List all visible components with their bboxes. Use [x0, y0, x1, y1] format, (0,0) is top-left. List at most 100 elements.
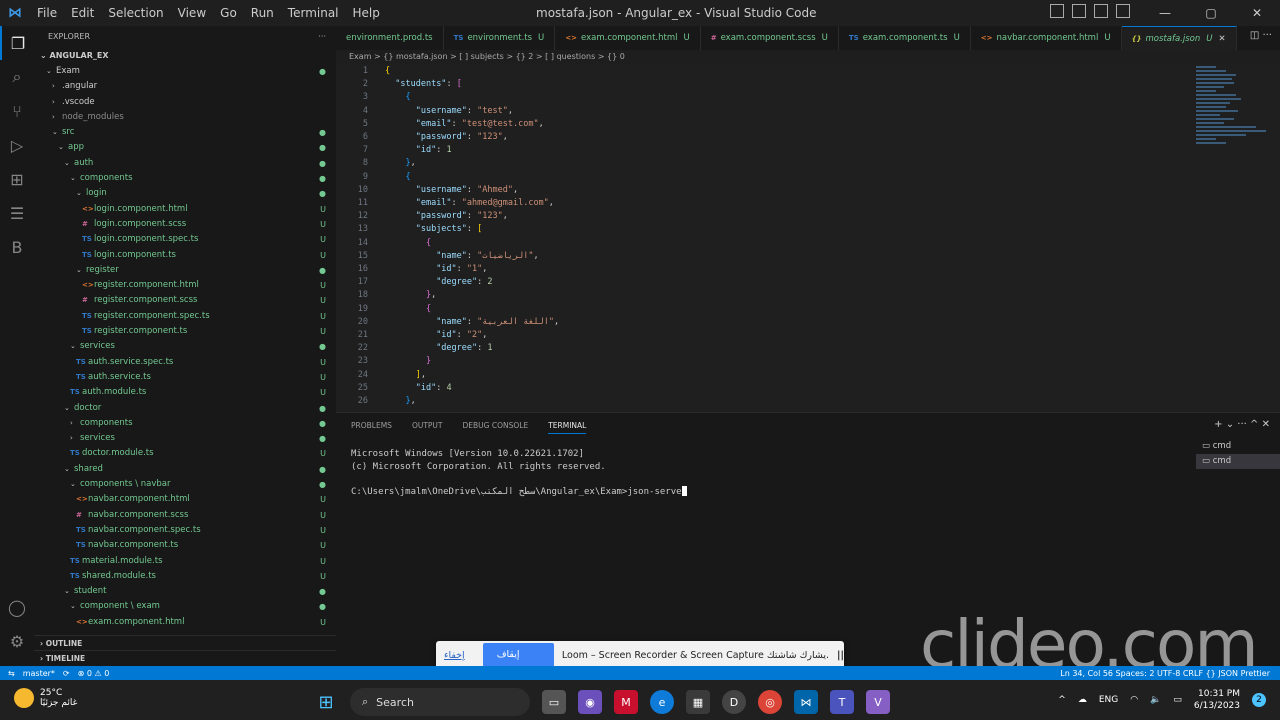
extensions-icon[interactable]: ⊞	[0, 162, 34, 196]
task-view-icon[interactable]: ▭	[542, 690, 566, 714]
cloud-icon[interactable]: ☁	[1078, 695, 1087, 705]
tree-folder[interactable]: › .angular	[34, 79, 336, 94]
tree-folder[interactable]: ⌄ register ●	[34, 263, 336, 278]
visual-studio-icon[interactable]: V	[866, 690, 890, 714]
editor-tab[interactable]: {} mostafa.json U ✕	[1121, 26, 1237, 50]
menu-terminal[interactable]: Terminal	[281, 6, 346, 20]
project-root[interactable]: ⌄ ANGULAR_EX	[34, 48, 336, 64]
tree-file[interactable]: <>login.component.html U	[34, 202, 336, 217]
tree-folder[interactable]: › .vscode	[34, 95, 336, 110]
search-icon[interactable]: ⌕	[0, 60, 34, 94]
tree-folder[interactable]: ⌄ doctor ●	[34, 401, 336, 416]
more-actions-icon[interactable]: ···	[318, 26, 326, 48]
branch-indicator[interactable]: master*	[23, 669, 55, 678]
language-indicator[interactable]: ENG	[1099, 695, 1118, 705]
hide-sharing-link[interactable]: إخفاء	[444, 650, 465, 661]
menu-view[interactable]: View	[171, 6, 213, 20]
tree-file[interactable]: TS auth.service.ts U	[34, 370, 336, 385]
split-editor-icon[interactable]: ◫	[1250, 30, 1259, 41]
chevron-up-icon[interactable]: ^	[1058, 695, 1066, 705]
run-debug-icon[interactable]: ▷	[0, 128, 34, 162]
code-editor[interactable]: 1 {2 "students": [3 {4 "username": "test"…	[336, 64, 1280, 412]
accounts-icon[interactable]: ◯	[0, 590, 34, 624]
close-panel-icon[interactable]: ✕	[1262, 419, 1270, 430]
problems-indicator[interactable]: ⊗ 0 ⚠ 0	[78, 669, 110, 678]
battery-icon[interactable]: ▭	[1173, 695, 1182, 705]
editor-status[interactable]: Ln 34, Col 56 Spaces: 2 UTF-8 CRLF {} JS…	[1060, 669, 1270, 678]
pause-icon[interactable]: ||	[837, 650, 844, 661]
tree-file[interactable]: TS navbar.component.spec.ts U	[34, 523, 336, 538]
panel-tab-debug-console[interactable]: DEBUG CONSOLE	[463, 421, 529, 434]
breadcrumb[interactable]: Exam > {} mostafa.json > [ ] subjects > …	[349, 52, 625, 64]
terminal-instance[interactable]: ▭ cmd	[1196, 439, 1280, 454]
editor-tab[interactable]: <> navbar.component.html U	[971, 26, 1122, 50]
remote-icon[interactable]: ⇆	[8, 669, 15, 678]
menu-run[interactable]: Run	[244, 6, 281, 20]
close-tab-icon[interactable]: ✕	[1219, 34, 1226, 44]
tree-file[interactable]: <>exam.component.html U	[34, 615, 336, 630]
terminal-output[interactable]: Microsoft Windows [Version 10.0.22621.17…	[351, 448, 687, 498]
tree-file[interactable]: TS register.component.spec.ts U	[34, 309, 336, 324]
customize-layout-icon[interactable]	[1116, 4, 1130, 18]
testing-icon[interactable]: ☰	[0, 196, 34, 230]
chevron-down-icon[interactable]: ⌄	[1226, 419, 1234, 430]
toggle-secondary-sidebar-icon[interactable]	[1094, 4, 1108, 18]
minimap[interactable]	[1196, 64, 1270, 254]
tree-folder[interactable]: ⌄ components ●	[34, 171, 336, 186]
settings-gear-icon[interactable]: ⚙	[0, 624, 34, 658]
tree-file[interactable]: TS auth.service.spec.ts U	[34, 355, 336, 370]
maximize-panel-icon[interactable]: ^	[1250, 419, 1258, 430]
stop-sharing-button[interactable]: إيقاف المشاركة	[482, 643, 554, 684]
start-icon[interactable]: ⊞	[314, 690, 338, 714]
editor-tab[interactable]: # exam.component.scss U	[701, 26, 839, 50]
tree-folder[interactable]: ⌄ Exam ●	[34, 64, 336, 79]
bookmark-extension-icon[interactable]: B	[0, 230, 34, 264]
tree-folder[interactable]: ⌄ shared ●	[34, 462, 336, 477]
minimize-button[interactable]: —	[1142, 0, 1188, 26]
tree-folder[interactable]: ⌄ components \ navbar ●	[34, 477, 336, 492]
source-control-icon[interactable]: ⑂	[0, 94, 34, 128]
new-terminal-icon[interactable]: +	[1214, 419, 1222, 430]
tree-folder[interactable]: ⌄ login ●	[34, 186, 336, 201]
tree-file[interactable]: TS auth.module.ts U	[34, 385, 336, 400]
tree-file[interactable]: TS navbar.component.ts U	[34, 538, 336, 553]
editor-tab[interactable]: environment.prod.ts	[336, 26, 444, 50]
tree-file[interactable]: TS login.component.spec.ts U	[34, 232, 336, 247]
menu-help[interactable]: Help	[346, 6, 387, 20]
teams-chat-icon[interactable]: ◉	[578, 690, 602, 714]
menu-selection[interactable]: Selection	[101, 6, 170, 20]
teams-icon[interactable]: T	[830, 690, 854, 714]
tree-folder[interactable]: › services ●	[34, 431, 336, 446]
timeline-section[interactable]: › TIMELINE	[34, 650, 336, 665]
more-actions-icon[interactable]: ···	[1262, 30, 1272, 41]
weather-widget[interactable]: 25°C غائم جزئيًا	[14, 688, 77, 708]
dell-icon[interactable]: D	[722, 690, 746, 714]
tree-file[interactable]: <>navbar.component.html U	[34, 492, 336, 507]
tree-file[interactable]: TS material.module.ts U	[34, 554, 336, 569]
vscode-taskbar-icon[interactable]: ⋈	[794, 690, 818, 714]
more-actions-icon[interactable]: ···	[1237, 419, 1247, 430]
toggle-primary-sidebar-icon[interactable]	[1050, 4, 1064, 18]
tree-folder[interactable]: ⌄ student ●	[34, 584, 336, 599]
panel-tab-output[interactable]: OUTPUT	[412, 421, 443, 434]
menu-file[interactable]: File	[30, 6, 64, 20]
menu-go[interactable]: Go	[213, 6, 244, 20]
tree-file[interactable]: TS doctor.module.ts U	[34, 446, 336, 461]
notification-badge[interactable]: 2	[1252, 693, 1266, 707]
mcafee-icon[interactable]: M	[614, 690, 638, 714]
clock[interactable]: 10:31 PM 6/13/2023	[1194, 688, 1240, 712]
menu-edit[interactable]: Edit	[64, 6, 101, 20]
explorer-icon[interactable]: ❐	[0, 26, 34, 60]
volume-icon[interactable]: 🔈	[1150, 695, 1161, 705]
tree-folder[interactable]: ⌄ src ●	[34, 125, 336, 140]
taskbar-search[interactable]: ⌕ Search	[350, 688, 530, 716]
tree-folder[interactable]: ⌄ auth ●	[34, 156, 336, 171]
editor-tab[interactable]: TS exam.component.ts U	[839, 26, 971, 50]
tree-file[interactable]: TS login.component.ts U	[34, 248, 336, 263]
tree-folder[interactable]: ⌄ component \ exam ●	[34, 599, 336, 614]
tree-file[interactable]: # login.component.scss U	[34, 217, 336, 232]
editor-tab[interactable]: <> exam.component.html U	[555, 26, 701, 50]
tree-folder[interactable]: ⌄ services ●	[34, 339, 336, 354]
chrome-icon[interactable]: ◎	[758, 690, 782, 714]
tree-folder[interactable]: › node_modules	[34, 110, 336, 125]
